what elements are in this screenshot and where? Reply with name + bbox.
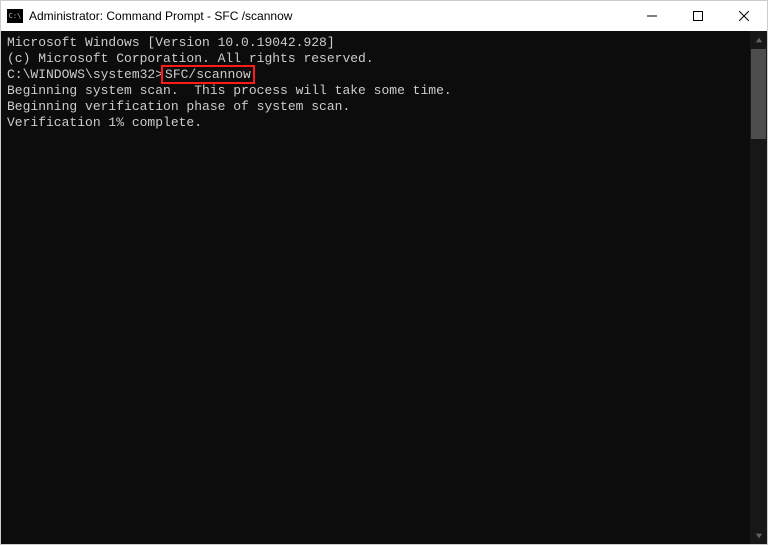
- command-prompt-window: Administrator: Command Prompt - SFC /sca…: [0, 0, 768, 545]
- close-icon: [739, 11, 749, 21]
- chevron-up-icon: [755, 36, 763, 44]
- chevron-down-icon: [755, 532, 763, 540]
- window-title: Administrator: Command Prompt - SFC /sca…: [29, 9, 629, 23]
- minimize-button[interactable]: [629, 1, 675, 31]
- output-line: Beginning system scan. This process will…: [7, 83, 744, 99]
- scroll-down-arrow[interactable]: [750, 527, 767, 544]
- prompt-line: C:\WINDOWS\system32>SFC/scannow: [7, 67, 744, 83]
- prompt-path: C:\WINDOWS\system32>: [7, 67, 163, 82]
- scroll-up-arrow[interactable]: [750, 31, 767, 48]
- output-line: Verification 1% complete.: [7, 115, 744, 131]
- output-line: Beginning verification phase of system s…: [7, 99, 744, 115]
- minimize-icon: [647, 11, 657, 21]
- output-line: Microsoft Windows [Version 10.0.19042.92…: [7, 35, 744, 51]
- cmd-icon: [7, 9, 23, 23]
- highlighted-command: SFC/scannow: [161, 65, 255, 84]
- maximize-icon: [693, 11, 703, 21]
- titlebar[interactable]: Administrator: Command Prompt - SFC /sca…: [1, 1, 767, 31]
- window-controls: [629, 1, 767, 31]
- terminal-container: Microsoft Windows [Version 10.0.19042.92…: [1, 31, 767, 544]
- scrollbar-thumb[interactable]: [751, 49, 766, 139]
- close-button[interactable]: [721, 1, 767, 31]
- vertical-scrollbar[interactable]: [750, 31, 767, 544]
- maximize-button[interactable]: [675, 1, 721, 31]
- output-line: (c) Microsoft Corporation. All rights re…: [7, 51, 744, 67]
- terminal-output[interactable]: Microsoft Windows [Version 10.0.19042.92…: [1, 31, 750, 544]
